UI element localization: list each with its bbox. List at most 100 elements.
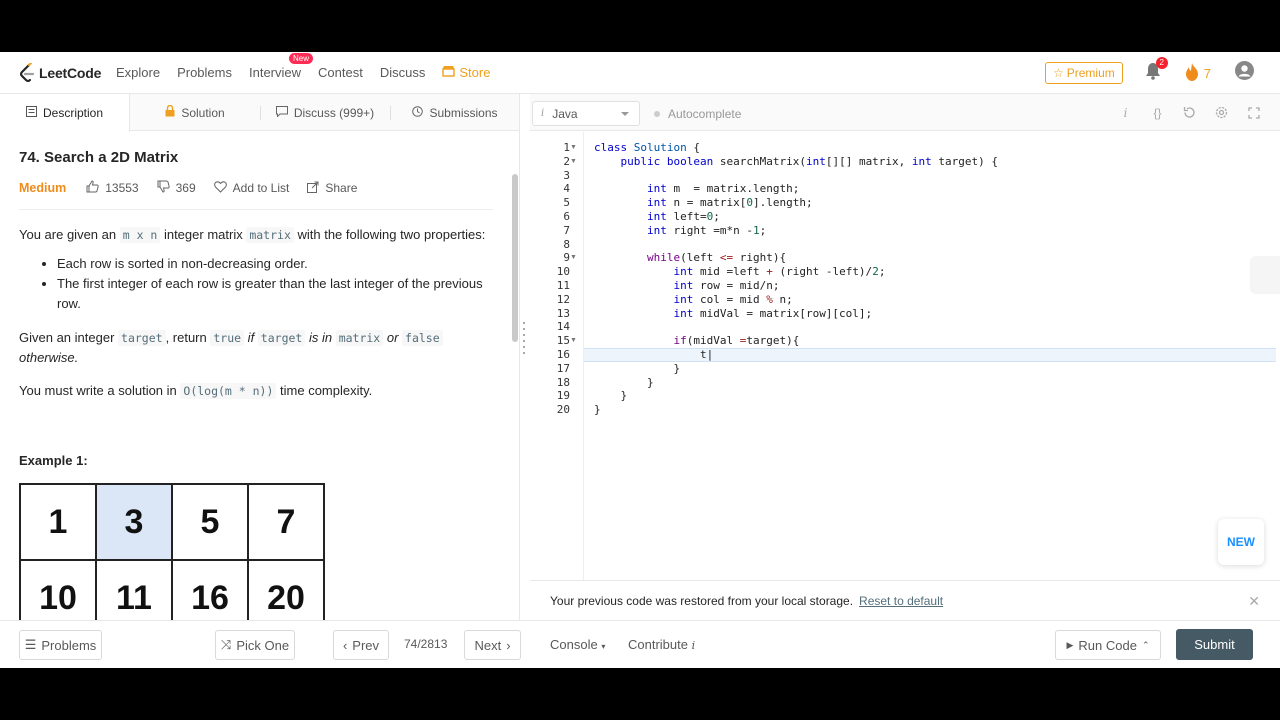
settings-icon[interactable] [1213, 104, 1230, 121]
language-label: Java [552, 106, 578, 121]
line-number: 15 [556, 334, 570, 348]
reset-to-default-link[interactable]: Reset to default [859, 594, 943, 608]
text: is in [305, 330, 336, 345]
logo[interactable]: LeetCode [18, 61, 110, 83]
logo-text: LeetCode [39, 64, 102, 81]
user-avatar-button[interactable] [1235, 61, 1254, 85]
code-text[interactable]: class Solution { public boolean searchMa… [594, 141, 998, 417]
console-toggle[interactable]: Console ▾ [550, 637, 605, 652]
language-select[interactable]: i Java [532, 101, 640, 126]
fire-icon [1185, 62, 1199, 84]
next-label: Next [474, 637, 502, 653]
add-to-list-button[interactable]: Add to List [213, 180, 289, 196]
user-icon [1235, 61, 1254, 84]
matrix-cell: 10 [20, 560, 96, 620]
reset-icon[interactable] [1181, 104, 1198, 121]
line-number: 1 [563, 141, 570, 154]
braces-icon[interactable]: {} [1149, 104, 1166, 121]
caret-down-icon: ▾ [601, 642, 606, 651]
matrix-cell: 20 [248, 560, 324, 620]
fullscreen-icon[interactable] [1245, 104, 1262, 121]
run-code-button[interactable]: ▶ Run Code ⌃ [1055, 630, 1161, 660]
bell-icon [1145, 62, 1161, 84]
premium-button[interactable]: ☆ Premium [1044, 62, 1123, 84]
tab-submissions[interactable]: Submissions [390, 94, 520, 131]
nav-interview-label: Interview [249, 65, 302, 80]
line-number: 18 [556, 375, 570, 389]
text: time complexity. [276, 383, 373, 398]
line-number: 12 [556, 292, 570, 306]
difficulty-badge: Medium [19, 181, 67, 195]
description-scrollbar[interactable] [512, 174, 518, 342]
pick-one-label: Pick One [236, 637, 290, 653]
submit-button[interactable]: Submit [1176, 629, 1253, 660]
example-title: Example 1: [19, 453, 88, 468]
pick-one-button[interactable]: ⤨ Pick One [215, 630, 295, 660]
line-number: 9 [563, 251, 570, 265]
restored-message: Your previous code was restored from you… [550, 593, 854, 608]
matrix-cell: 7 [248, 484, 324, 560]
top-nav: LeetCode Explore Problems Interview New … [0, 52, 1280, 94]
panel-resize-handle[interactable] [523, 322, 526, 366]
toggle-dot-icon [654, 111, 660, 117]
fold-markers: ▼ ▼ ▼ ▼ [570, 144, 577, 345]
notification-count: 2 [1155, 56, 1168, 69]
nav-explore[interactable]: Explore [116, 65, 160, 80]
nav-store[interactable]: Store [442, 65, 490, 80]
side-feedback-tab[interactable] [1250, 256, 1280, 294]
new-feature-button[interactable]: NEW [1218, 519, 1264, 565]
nav-discuss[interactable]: Discuss [380, 65, 426, 80]
like-button[interactable]: 13553 [86, 180, 139, 196]
line-number: 3 [563, 168, 570, 182]
streak-count: 7 [1203, 65, 1211, 81]
inline-code: matrix [335, 330, 384, 346]
editor-tools: i {} [1117, 104, 1262, 121]
problem-panel: Description Solution Discuss (999+) Subm… [0, 94, 520, 620]
info-icon: i [691, 639, 696, 652]
run-code-label: Run Code [1078, 637, 1137, 653]
line-number: 10 [556, 265, 570, 279]
autocomplete-label: Autocomplete [668, 107, 742, 121]
list-icon: ☰ [24, 637, 37, 652]
tab-solution[interactable]: Solution [130, 94, 260, 131]
description-paragraph-1: You are given an m x n integer matrix ma… [19, 225, 495, 245]
prev-button[interactable]: ‹ Prev [333, 630, 389, 660]
line-number: 4 [563, 182, 570, 196]
tab-submissions-label: Submissions [429, 105, 498, 120]
leetcode-logo-icon [18, 61, 36, 83]
streak-button[interactable]: 7 [1185, 62, 1211, 84]
inline-code: m x n [119, 227, 161, 243]
store-icon [442, 65, 456, 80]
line-numbers: 1 2 3 4 5 6 7 8 9 10 11 12 13 14 15 16 17 18 19 20 [532, 141, 570, 417]
thumbs-up-icon [86, 180, 99, 196]
dislike-button[interactable]: 369 [157, 180, 196, 196]
nav-contest[interactable]: Contest [318, 65, 363, 80]
properties-list: Each row is sorted in non-decreasing ord… [57, 254, 495, 314]
matrix-cell-highlighted: 3 [96, 484, 172, 560]
close-icon[interactable]: ✕ [1248, 593, 1260, 610]
nav-right: ☆ Premium 2 7 [1044, 52, 1280, 94]
nav-problems[interactable]: Problems [177, 65, 232, 80]
info-icon: i [541, 108, 545, 119]
notifications-button[interactable]: 2 [1145, 56, 1168, 85]
line-number: 6 [563, 209, 570, 223]
tab-description[interactable]: Description [0, 94, 130, 132]
share-button[interactable]: Share [307, 181, 357, 196]
chevron-left-icon: ‹ [342, 637, 348, 653]
like-count: 13553 [105, 181, 139, 195]
share-icon [307, 181, 319, 196]
tab-discuss[interactable]: Discuss (999+) [260, 94, 390, 131]
contribute-link[interactable]: Contribute i [628, 637, 695, 652]
console-label: Console [550, 637, 598, 652]
nav-interview[interactable]: Interview New [249, 53, 314, 80]
autocomplete-toggle[interactable]: Autocomplete [654, 107, 741, 121]
line-number: 19 [556, 389, 570, 403]
code-editor[interactable]: 1 2 3 4 5 6 7 8 9 10 11 12 13 14 15 16 17 18 19 20 ▼ ▼ ▼ ▼ cla… [532, 132, 1280, 580]
problems-list-button[interactable]: ☰ Problems [19, 630, 102, 660]
text: Given an integer [19, 330, 119, 345]
info-icon[interactable]: i [1117, 104, 1134, 121]
line-number: 13 [556, 306, 570, 320]
next-button[interactable]: Next › [464, 630, 521, 660]
list-item: The first integer of each row is greater… [57, 274, 495, 314]
shuffle-icon: ⤨ [220, 637, 232, 652]
